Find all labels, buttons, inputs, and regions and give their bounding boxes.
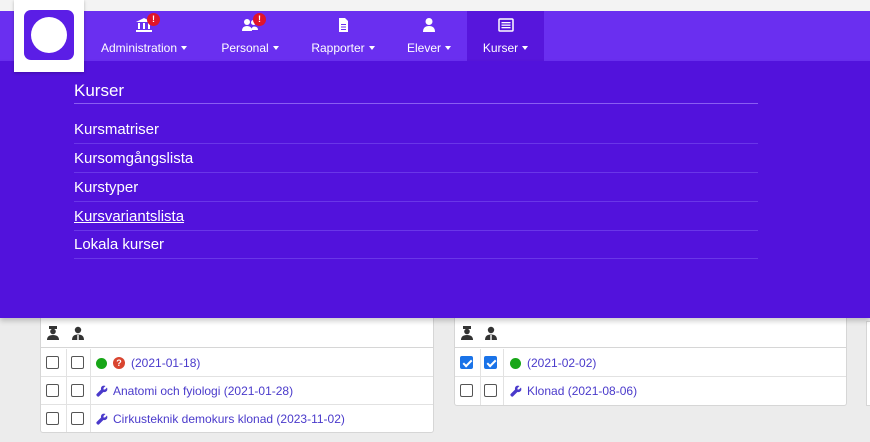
table-row: Klonad (2021-08-06) [455, 377, 846, 405]
document-icon [335, 18, 351, 32]
nav-label: Kurser [482, 41, 519, 55]
table-row: Cirkusteknik demokurs klonad (2023-11-02… [41, 405, 433, 433]
status-active-icon [96, 357, 107, 369]
logo[interactable] [14, 0, 84, 72]
partial-card [866, 321, 870, 406]
bank-icon: ! [136, 13, 160, 32]
course-link[interactable]: (2021-01-18) [131, 356, 200, 370]
table-row: (2021-02-02) [455, 349, 846, 377]
logo-mark [24, 10, 74, 60]
wrench-icon [96, 413, 108, 425]
menu-item-kursomgangslista[interactable]: Kursomgångslista [74, 144, 758, 173]
student-icon [484, 326, 498, 340]
menu-item-lokala-kurser[interactable]: Lokala kurser [74, 230, 758, 259]
nav-personal[interactable]: ! Personal [210, 11, 290, 61]
course-card-2: (2021-02-02) Klonad (2021-08-06) [454, 313, 847, 406]
nav-kurser[interactable]: Kurser [467, 11, 544, 61]
caret-down-icon [522, 46, 529, 50]
dropdown-divider [74, 103, 758, 104]
nav-rapporter[interactable]: Rapporter [300, 11, 386, 61]
student-icon [71, 326, 85, 340]
caret-down-icon [272, 46, 279, 50]
nav-label: Administration [100, 41, 178, 55]
users-icon: ! [242, 13, 266, 32]
table-row: ? (2021-01-18) [41, 349, 433, 377]
menu-item-kursmatriser[interactable]: Kursmatriser [74, 115, 758, 144]
alert-badge: ! [253, 13, 266, 26]
teacher-checkbox[interactable] [46, 384, 59, 397]
table-row: Anatomi och fyiologi (2021-01-28) [41, 377, 433, 405]
course-link[interactable]: Klonad (2021-08-06) [527, 384, 637, 398]
teacher-checkbox[interactable] [460, 356, 473, 369]
list-icon [497, 18, 514, 32]
course-link[interactable]: Anatomi och fyiologi (2021-01-28) [113, 384, 293, 398]
kurser-dropdown-menu: Kurser Kursmatriser Kursomgångslista Kur… [0, 61, 870, 318]
nav-label: Rapporter [311, 41, 365, 55]
student-checkbox[interactable] [71, 384, 84, 397]
teacher-icon [46, 326, 60, 340]
wrench-icon [96, 385, 108, 397]
status-active-icon [510, 357, 521, 369]
nav-elever[interactable]: Elever [396, 11, 462, 61]
teacher-checkbox[interactable] [46, 412, 59, 425]
caret-down-icon [368, 46, 375, 50]
question-icon: ? [113, 357, 125, 369]
course-link[interactable]: Cirkusteknik demokurs klonad (2023-11-02… [113, 412, 345, 426]
student-checkbox[interactable] [484, 384, 497, 397]
nav-label: Personal [221, 41, 269, 55]
user-icon [421, 18, 437, 32]
menu-item-kursvariantslista[interactable]: Kursvariantslista [74, 202, 758, 231]
course-card-1: ? (2021-01-18) Anatomi och fyiologi (202… [40, 313, 434, 433]
card-header [41, 318, 433, 348]
nav-administration[interactable]: ! Administration [88, 11, 200, 61]
teacher-icon [460, 326, 474, 340]
caret-down-icon [445, 46, 451, 50]
dropdown-title: Kurser [74, 81, 125, 100]
alert-badge: ! [147, 13, 160, 26]
course-link[interactable]: (2021-02-02) [527, 356, 596, 370]
caret-down-icon [181, 46, 188, 50]
menu-item-kurstyper[interactable]: Kurstyper [74, 173, 758, 202]
logo-circle [31, 17, 67, 53]
nav-label: Elever [406, 41, 441, 55]
wrench-icon [510, 385, 522, 397]
card-header [455, 318, 846, 348]
student-checkbox[interactable] [484, 356, 497, 369]
teacher-checkbox[interactable] [460, 384, 473, 397]
top-strip [0, 0, 870, 11]
student-checkbox[interactable] [71, 356, 84, 369]
student-checkbox[interactable] [71, 412, 84, 425]
teacher-checkbox[interactable] [46, 356, 59, 369]
